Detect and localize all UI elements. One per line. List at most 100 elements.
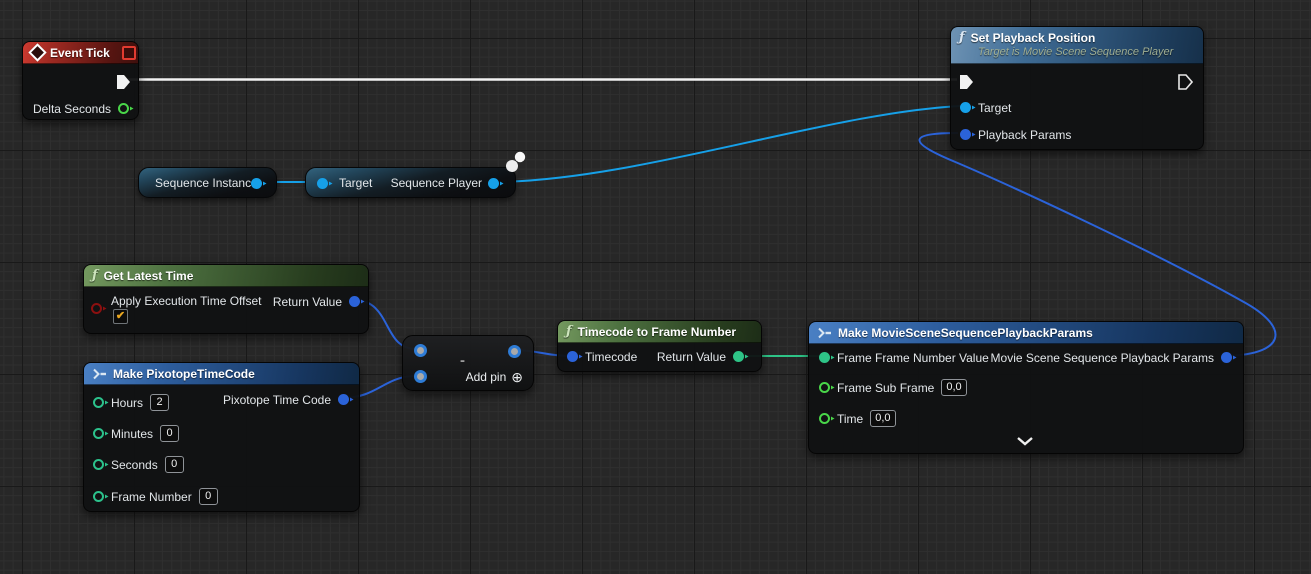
node-title: Timecode to Frame Number	[578, 325, 736, 339]
minutes-pin[interactable]	[93, 428, 104, 439]
node-sequence-player[interactable]: Target Sequence Player	[305, 167, 516, 198]
seconds-row: Seconds 0	[93, 456, 184, 473]
sequence-player-target-wire	[497, 106, 962, 182]
frame-number-label: Frame Number	[111, 490, 192, 504]
node-sequence-instance[interactable]: Sequence Instance	[138, 167, 277, 198]
exec-out-pin[interactable]	[116, 74, 131, 90]
timecode-pin[interactable]	[567, 351, 578, 362]
subtract-input-b-pin[interactable]	[414, 370, 427, 383]
latent-indicator-icon	[122, 46, 136, 60]
sequence-instance-out-pin[interactable]	[251, 178, 262, 189]
expand-chevron-icon[interactable]	[1016, 436, 1034, 446]
frame-number-value[interactable]: 0	[199, 488, 218, 505]
apply-offset-pin[interactable]	[91, 303, 102, 314]
frame-sub-frame-value[interactable]: 0,0	[941, 379, 966, 396]
node-make-pixotope-timecode[interactable]: Make PixotopeTimeCode Hours 2 Minutes 0 …	[83, 362, 360, 512]
subtract-operator: -	[460, 356, 465, 366]
function-icon: ƒ	[92, 269, 98, 282]
add-pin-button[interactable]: Add pin ⊕	[466, 370, 523, 384]
apply-offset-label: Apply Execution Time Offset	[111, 294, 262, 308]
frame-sub-frame-pin[interactable]	[819, 382, 830, 393]
time-label: Time	[837, 412, 863, 426]
add-pin-icon: ⊕	[511, 370, 523, 384]
target-row: Target	[960, 99, 1011, 116]
event-tick-header: Event Tick	[23, 42, 138, 64]
minutes-value[interactable]: 0	[160, 425, 179, 442]
function-icon: ƒ	[959, 31, 965, 44]
function-icon: ƒ	[566, 325, 572, 338]
seconds-value[interactable]: 0	[165, 456, 184, 473]
delta-seconds-row: Delta Seconds	[33, 100, 129, 117]
target-in-pin[interactable]	[317, 178, 328, 189]
pixotope-time-code-row: Pixotope Time Code	[223, 391, 349, 408]
node-subtitle: Target is Movie Scene Sequence Player	[959, 46, 1195, 59]
return-value-pin[interactable]	[349, 296, 360, 307]
exec-in-row	[959, 73, 974, 90]
sequence-instance-label: Sequence Instance	[155, 176, 258, 190]
frame-sub-frame-label: Frame Sub Frame	[837, 381, 934, 395]
node-title: Get Latest Time	[104, 269, 194, 283]
time-pin[interactable]	[819, 413, 830, 424]
node-timecode-to-frame-number[interactable]: ƒ Timecode to Frame Number Timecode Retu…	[557, 320, 762, 372]
add-pin-label: Add pin	[466, 370, 507, 384]
playback-params-out-pin[interactable]	[1221, 352, 1232, 363]
playback-params-out-row: Movie Scene Sequence Playback Params	[991, 349, 1232, 366]
subtract-output-pin[interactable]	[508, 345, 521, 358]
frame-sub-frame-row: Frame Sub Frame 0,0	[819, 379, 967, 396]
sequence-player-label: Sequence Player	[391, 176, 482, 190]
pixotope-time-code-pin[interactable]	[338, 394, 349, 405]
frame-number-pin[interactable]	[93, 491, 104, 502]
node-make-playback-params[interactable]: Make MovieSceneSequencePlaybackParams Fr…	[808, 321, 1244, 454]
timecode-to-frame-number-header: ƒ Timecode to Frame Number	[558, 321, 761, 343]
exec-out-row	[116, 73, 131, 90]
apply-offset-checkbox[interactable]: ✔	[113, 309, 128, 324]
frame-frame-number-row: Frame Frame Number Value	[819, 349, 989, 366]
make-pixotope-timecode-header: Make PixotopeTimeCode	[84, 363, 359, 385]
delta-seconds-pin[interactable]	[118, 103, 129, 114]
playback-params-pin[interactable]	[960, 129, 971, 140]
comment-bubble-icon[interactable]	[501, 149, 529, 175]
blueprint-canvas[interactable]: Event Tick Delta Seconds ƒ Set Playback …	[0, 0, 1311, 574]
make-struct-icon	[817, 327, 832, 339]
pixotope-time-code-label: Pixotope Time Code	[223, 393, 331, 407]
return-value-pin[interactable]	[733, 351, 744, 362]
get-latest-time-header: ƒ Get Latest Time	[84, 265, 368, 287]
target-label: Target	[339, 176, 372, 190]
hours-label: Hours	[111, 396, 143, 410]
node-get-latest-time[interactable]: ƒ Get Latest Time Apply Execution Time O…	[83, 264, 369, 334]
node-title: Make MovieSceneSequencePlaybackParams	[838, 326, 1093, 340]
subtract-input-a-pin[interactable]	[414, 344, 427, 357]
delta-seconds-label: Delta Seconds	[33, 102, 111, 116]
node-set-playback-position[interactable]: ƒ Set Playback Position Target is Movie …	[950, 26, 1204, 150]
playback-params-out-label: Movie Scene Sequence Playback Params	[991, 351, 1214, 365]
exec-in-pin[interactable]	[959, 74, 974, 90]
exec-out-pin[interactable]	[1178, 74, 1193, 90]
timecode-label: Timecode	[585, 350, 637, 364]
set-playback-position-header: ƒ Set Playback Position Target is Movie …	[951, 27, 1203, 64]
time-value[interactable]: 0,0	[870, 410, 895, 427]
node-event-tick[interactable]: Event Tick Delta Seconds	[22, 41, 139, 120]
hours-value[interactable]: 2	[150, 394, 169, 411]
node-title: Event Tick	[50, 46, 110, 60]
playback-params-label: Playback Params	[978, 128, 1071, 142]
target-pin[interactable]	[960, 102, 971, 113]
return-value-label: Return Value	[657, 350, 726, 364]
hours-row: Hours 2	[93, 394, 169, 411]
make-struct-icon	[92, 368, 107, 380]
return-value-row: Return Value	[273, 293, 360, 310]
event-icon	[28, 43, 46, 61]
frame-number-row: Frame Number 0	[93, 488, 218, 505]
node-subtract[interactable]: - Add pin ⊕	[402, 335, 534, 391]
seconds-pin[interactable]	[93, 459, 104, 470]
hours-pin[interactable]	[93, 397, 104, 408]
return-value-label: Return Value	[273, 295, 342, 309]
frame-frame-number-pin[interactable]	[819, 352, 830, 363]
target-label: Target	[978, 101, 1011, 115]
sequence-player-out-pin[interactable]	[488, 178, 499, 189]
exec-out-row	[1178, 73, 1193, 90]
seconds-label: Seconds	[111, 458, 158, 472]
node-title: Make PixotopeTimeCode	[113, 367, 255, 381]
time-row: Time 0,0	[819, 410, 896, 427]
return-value-row: Return Value	[657, 348, 744, 365]
playback-params-row: Playback Params	[960, 126, 1071, 143]
